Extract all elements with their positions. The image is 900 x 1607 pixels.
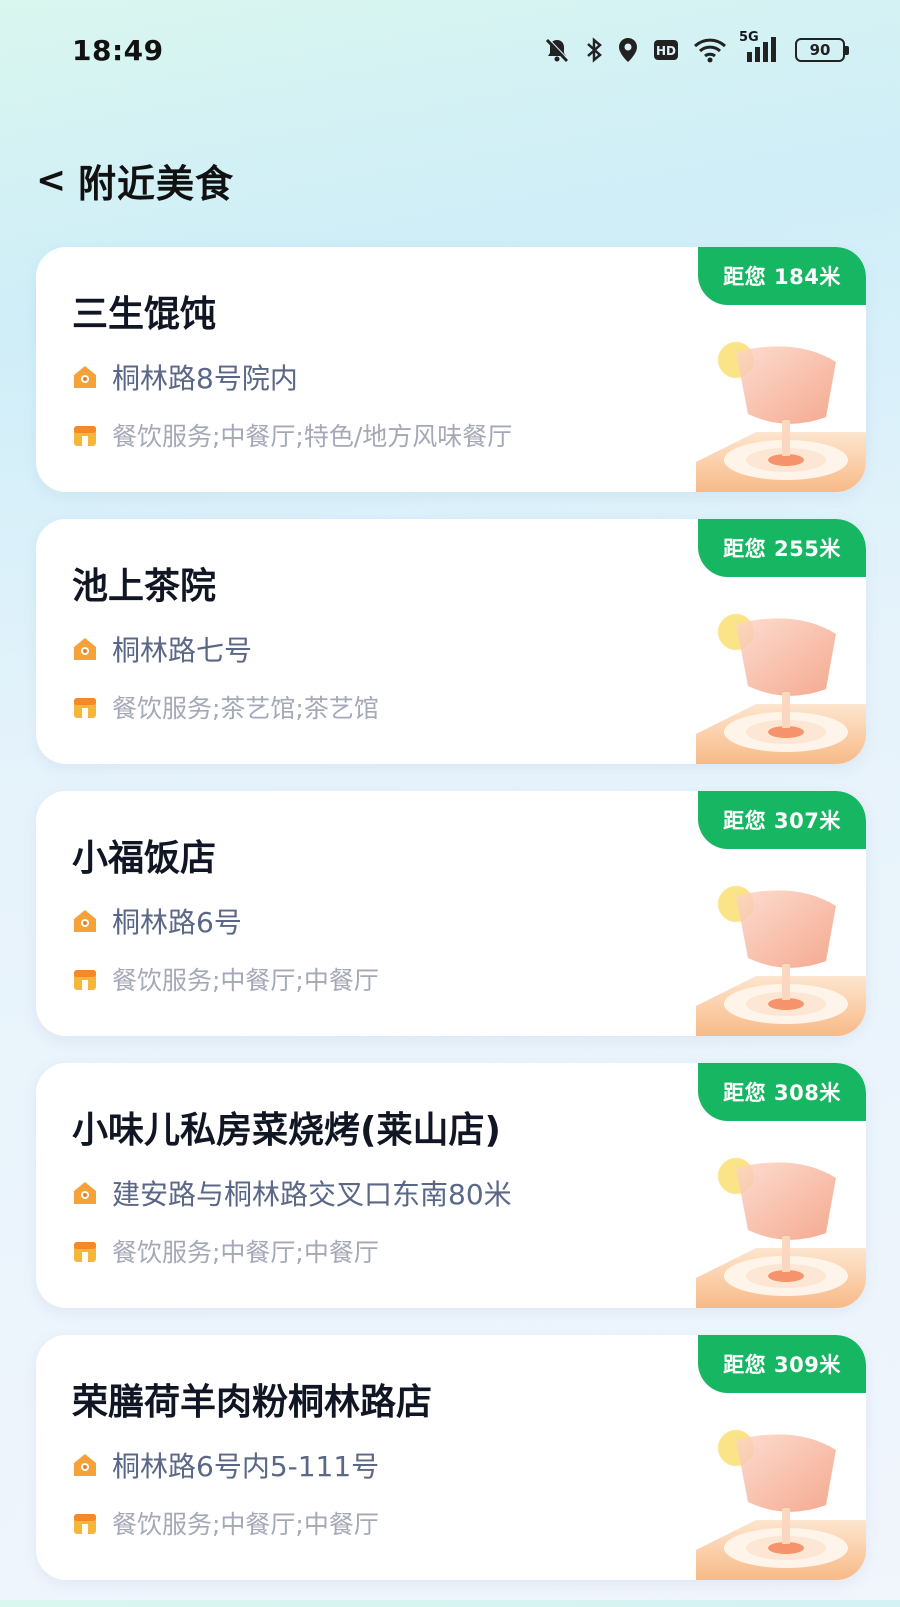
food-illustration bbox=[696, 1430, 866, 1580]
restaurant-name: 小福饭店 bbox=[72, 838, 217, 879]
distance-badge: 距您 184米 bbox=[698, 247, 866, 305]
hd-icon: HD bbox=[653, 34, 679, 66]
home-icon bbox=[72, 1452, 98, 1478]
address-row: 桐林路8号院内 bbox=[72, 357, 298, 397]
restaurant-name: 小味儿私房菜烧烤(莱山店) bbox=[72, 1110, 501, 1151]
svg-text:HD: HD bbox=[656, 44, 676, 58]
restaurant-address: 建安路与桐林路交叉口东南80米 bbox=[112, 1178, 512, 1211]
restaurant-address: 桐林路七号 bbox=[112, 634, 253, 667]
home-icon bbox=[72, 636, 98, 662]
signal-icon: 5G bbox=[739, 30, 781, 66]
location-icon bbox=[617, 34, 639, 66]
wifi-icon bbox=[693, 34, 727, 66]
restaurant-name: 三生馄饨 bbox=[72, 294, 217, 335]
food-illustration bbox=[696, 886, 866, 1036]
back-button[interactable]: < bbox=[36, 160, 72, 201]
address-row: 桐林路七号 bbox=[72, 629, 252, 669]
restaurant-category: 餐饮服务;中餐厅;中餐厅 bbox=[112, 1238, 379, 1267]
shop-icon bbox=[72, 1510, 98, 1536]
status-time: 18:49 bbox=[72, 34, 164, 67]
restaurant-card[interactable]: 距您 308米 小味儿私房菜烧烤(莱山店) 建安路与桐林路交叉口东南80米 餐饮… bbox=[36, 1063, 866, 1308]
food-illustration bbox=[696, 614, 866, 764]
header: < 附近美食 bbox=[36, 152, 234, 208]
address-row: 建安路与桐林路交叉口东南80米 bbox=[72, 1173, 512, 1213]
restaurant-category: 餐饮服务;茶艺馆;茶艺馆 bbox=[112, 694, 379, 723]
restaurant-name: 荣膳荷羊肉粉桐林路店 bbox=[72, 1382, 433, 1423]
food-illustration bbox=[696, 1158, 866, 1308]
bluetooth-icon bbox=[585, 34, 603, 66]
restaurant-card[interactable]: 距您 255米 池上茶院 桐林路七号 餐饮服务;茶艺馆;茶艺馆 bbox=[36, 519, 866, 764]
category-row: 餐饮服务;中餐厅;中餐厅 bbox=[72, 1505, 379, 1541]
category-row: 餐饮服务;中餐厅;中餐厅 bbox=[72, 961, 379, 997]
page-title: 附近美食 bbox=[78, 161, 235, 206]
restaurant-card[interactable]: 距您 307米 小福饭店 桐林路6号 餐饮服务;中餐厅;中餐厅 bbox=[36, 791, 866, 1036]
restaurant-card[interactable]: 距您 309米 荣膳荷羊肉粉桐林路店 桐林路6号内5-111号 餐饮服务;中餐厅… bbox=[36, 1335, 866, 1580]
shop-icon bbox=[72, 966, 98, 992]
restaurant-category: 餐饮服务;中餐厅;中餐厅 bbox=[112, 1510, 379, 1539]
food-illustration bbox=[696, 342, 866, 492]
restaurant-category: 餐饮服务;中餐厅;特色/地方风味餐厅 bbox=[112, 422, 513, 451]
category-row: 餐饮服务;中餐厅;特色/地方风味餐厅 bbox=[72, 417, 512, 453]
address-row: 桐林路6号 bbox=[72, 901, 242, 941]
home-icon bbox=[72, 908, 98, 934]
restaurant-address: 桐林路6号内5-111号 bbox=[112, 1450, 380, 1483]
battery-level: 90 bbox=[795, 38, 849, 62]
restaurant-address: 桐林路6号 bbox=[112, 906, 242, 939]
category-row: 餐饮服务;茶艺馆;茶艺馆 bbox=[72, 689, 379, 725]
restaurant-list: 距您 184米 三生馄饨 桐林路8号院内 餐饮服务;中餐厅;特色/地方风味餐厅 … bbox=[36, 247, 866, 1607]
bell-off-icon bbox=[543, 34, 571, 66]
home-icon bbox=[72, 1180, 98, 1206]
distance-badge: 距您 308米 bbox=[698, 1063, 866, 1121]
shop-icon bbox=[72, 422, 98, 448]
home-icon bbox=[72, 364, 98, 390]
restaurant-card[interactable]: 距您 184米 三生馄饨 桐林路8号院内 餐饮服务;中餐厅;特色/地方风味餐厅 bbox=[36, 247, 866, 492]
status-bar: 18:49 HD 5G 90 bbox=[0, 0, 900, 100]
status-icons: HD 5G 90 bbox=[543, 30, 849, 68]
signal-label: 5G bbox=[739, 30, 759, 45]
distance-badge: 距您 307米 bbox=[698, 791, 866, 849]
restaurant-category: 餐饮服务;中餐厅;中餐厅 bbox=[112, 966, 379, 995]
shop-icon bbox=[72, 694, 98, 720]
distance-badge: 距您 255米 bbox=[698, 519, 866, 577]
address-row: 桐林路6号内5-111号 bbox=[72, 1445, 379, 1485]
restaurant-name: 池上茶院 bbox=[72, 566, 217, 607]
shop-icon bbox=[72, 1238, 98, 1264]
category-row: 餐饮服务;中餐厅;中餐厅 bbox=[72, 1233, 379, 1269]
restaurant-address: 桐林路8号院内 bbox=[112, 362, 298, 395]
distance-badge: 距您 309米 bbox=[698, 1335, 866, 1393]
battery-icon: 90 bbox=[795, 34, 849, 66]
